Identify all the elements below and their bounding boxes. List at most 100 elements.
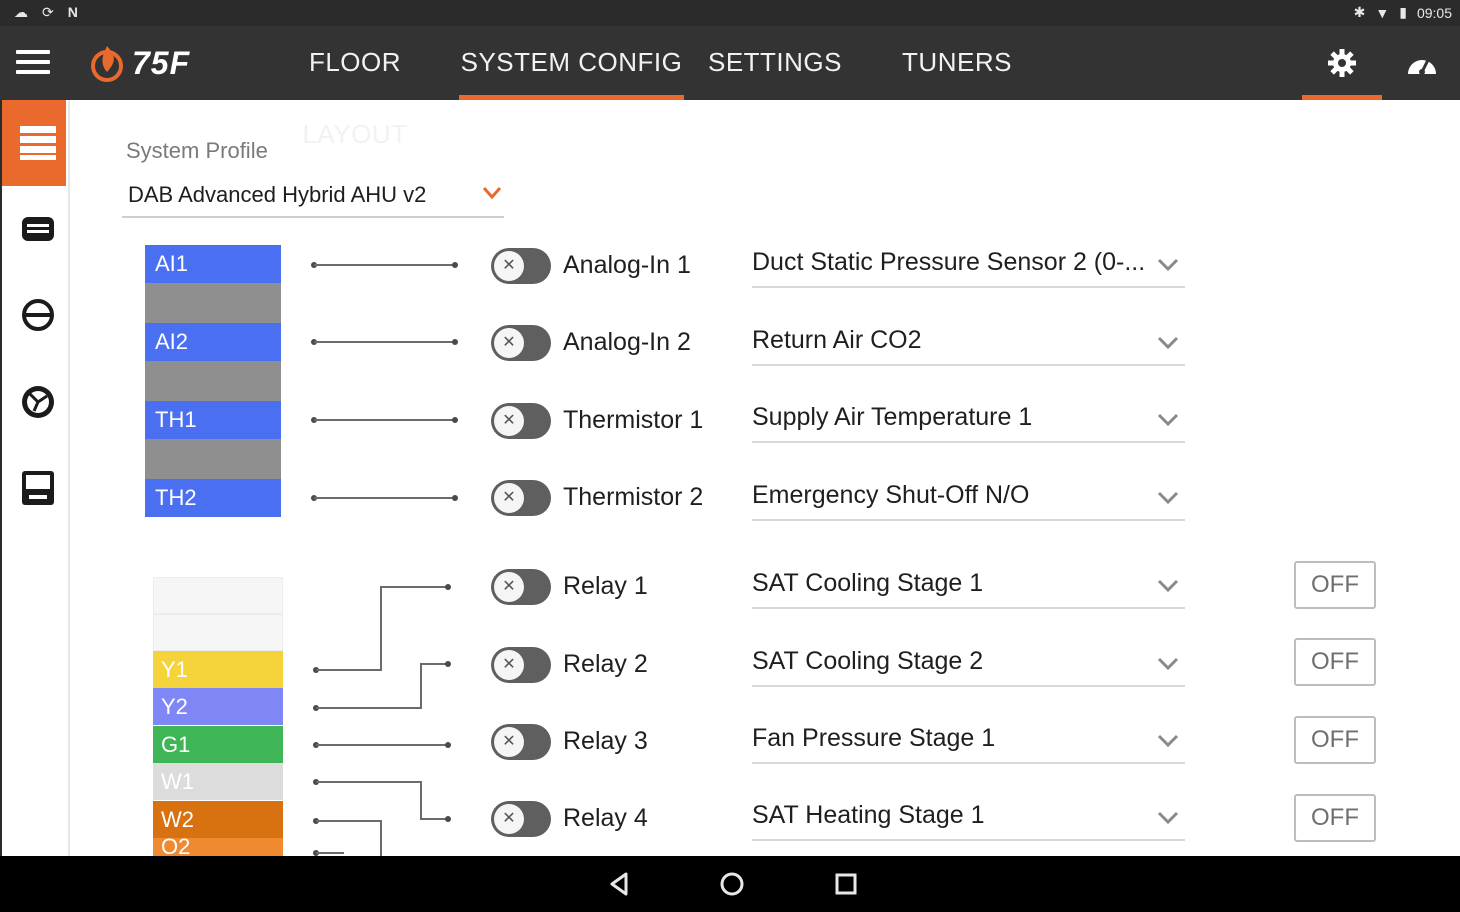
clock: 09:05 (1416, 4, 1452, 21)
connector-line (380, 587, 382, 671)
battery-icon: ▮ (1399, 4, 1407, 20)
row-label-relay-3: Relay 3 (563, 727, 648, 755)
tab-floor-layout[interactable]: FLOOR LAYOUT (260, 26, 450, 149)
close-icon: ✕ (494, 251, 524, 281)
toggle-analog-in-1[interactable]: ✕ (491, 248, 551, 284)
system-profile-dropdown[interactable]: DAB Advanced Hybrid AHU v2 (122, 178, 504, 218)
row-label-analog-in-1: Analog-In 1 (563, 251, 691, 279)
connector-line (316, 781, 422, 783)
port-spacer (145, 439, 281, 479)
bluetooth-icon: ✱ (1353, 4, 1366, 20)
close-icon: ✕ (494, 483, 524, 513)
connector-dot (445, 742, 451, 748)
connector-dot (452, 495, 458, 501)
tab-settings[interactable]: SETTINGS (704, 26, 846, 100)
connector-line (420, 663, 448, 665)
row-label-relay-4: Relay 4 (563, 804, 648, 832)
settings-gear-button[interactable] (1302, 26, 1382, 100)
select-value: Supply Air Temperature 1 (752, 403, 1033, 431)
relay-port-g1: G1 (153, 726, 283, 763)
chevron-down-icon (1157, 579, 1179, 593)
sidebar-item-device[interactable] (2, 186, 66, 272)
select-relay-3[interactable]: Fan Pressure Stage 1 (752, 722, 1185, 764)
row-label-relay-2: Relay 2 (563, 650, 648, 678)
relay-4-test-button[interactable]: OFF (1294, 794, 1376, 842)
sidebar-item-oao[interactable] (2, 272, 66, 358)
select-value: SAT Cooling Stage 1 (752, 569, 984, 597)
system-list-icon (20, 126, 56, 160)
back-icon[interactable] (602, 868, 638, 900)
relay-2-test-button[interactable]: OFF (1294, 638, 1376, 686)
close-icon: ✕ (494, 650, 524, 680)
connector-dot (452, 339, 458, 345)
close-icon: ✕ (494, 804, 524, 834)
toggle-thermistor-2[interactable]: ✕ (491, 480, 551, 516)
toggle-analog-in-2[interactable]: ✕ (491, 325, 551, 361)
tab-system-config[interactable]: SYSTEM CONFIG (459, 26, 684, 100)
connector-line (314, 419, 456, 421)
connector-dot (452, 262, 458, 268)
relay-1-test-button[interactable]: OFF (1294, 561, 1376, 609)
connector-line (314, 264, 456, 266)
brand-logo: 75F (88, 42, 190, 84)
select-relay-2[interactable]: SAT Cooling Stage 2 (752, 645, 1185, 687)
home-icon[interactable] (714, 868, 750, 900)
connector-line (316, 852, 344, 854)
row-label-thermistor-1: Thermistor 1 (563, 406, 704, 434)
select-value: SAT Heating Stage 1 (752, 801, 985, 829)
select-value: Return Air CO2 (752, 326, 922, 354)
menu-icon[interactable] (16, 50, 50, 76)
relay-port-w2: W2 (153, 801, 283, 838)
chevron-down-icon (1157, 657, 1179, 671)
connector-dot (452, 417, 458, 423)
sidebar-item-system[interactable] (2, 100, 66, 186)
select-value: Duct Static Pressure Sensor 2 (0-... (752, 248, 1146, 276)
system-profile-value: DAB Advanced Hybrid AHU v2 (128, 182, 427, 207)
toggle-relay-3[interactable]: ✕ (491, 724, 551, 760)
relay-port-empty (153, 577, 283, 614)
port-ai2: AI2 (145, 323, 281, 361)
status-bar: ☁ ⟳ N ✱ ▼ ▮ 09:05 (0, 0, 1460, 26)
sidebar-item-btu[interactable] (2, 444, 66, 530)
oao-icon (22, 299, 54, 331)
close-icon: ✕ (494, 406, 524, 436)
sidebar-item-fan[interactable] (2, 358, 66, 444)
port-th2: TH2 (145, 479, 281, 517)
close-icon: ✕ (494, 727, 524, 757)
nfc-icon: N (67, 4, 78, 20)
connector-line (316, 707, 422, 709)
side-rail (0, 100, 70, 856)
toggle-relay-1[interactable]: ✕ (491, 569, 551, 605)
brand-name: 75F (132, 44, 191, 81)
select-thermistor-2[interactable]: Emergency Shut-Off N/O (752, 479, 1185, 521)
toggle-relay-4[interactable]: ✕ (491, 801, 551, 837)
select-relay-4[interactable]: SAT Heating Stage 1 (752, 799, 1185, 841)
select-value: SAT Cooling Stage 2 (752, 647, 984, 675)
select-analog-in-1[interactable]: Duct Static Pressure Sensor 2 (0-... (752, 246, 1185, 288)
port-ai1: AI1 (145, 245, 281, 283)
cloud-icon: ☁ (14, 4, 28, 20)
system-profile-label: System Profile (126, 138, 268, 163)
relay-3-test-button[interactable]: OFF (1294, 716, 1376, 764)
dashboard-button[interactable] (1382, 26, 1460, 100)
chevron-down-icon (1157, 491, 1179, 505)
select-relay-1[interactable]: SAT Cooling Stage 1 (752, 567, 1185, 609)
connector-line (316, 820, 382, 822)
connector-dot (445, 816, 451, 822)
select-thermistor-1[interactable]: Supply Air Temperature 1 (752, 401, 1185, 443)
toggle-relay-2[interactable]: ✕ (491, 647, 551, 683)
recents-icon[interactable] (828, 868, 864, 900)
row-label-relay-1: Relay 1 (563, 572, 648, 600)
speedometer-icon (1408, 59, 1436, 75)
select-analog-in-2[interactable]: Return Air CO2 (752, 324, 1185, 366)
fan-icon (22, 386, 54, 418)
select-value: Emergency Shut-Off N/O (752, 481, 1030, 509)
chevron-down-icon (1157, 811, 1179, 825)
connector-line (316, 669, 382, 671)
toggle-thermistor-1[interactable]: ✕ (491, 403, 551, 439)
relay-port-w1: W1 (153, 763, 283, 800)
connector-line (380, 820, 382, 856)
tab-tuners[interactable]: TUNERS (894, 26, 1020, 100)
connector-line (380, 586, 448, 588)
port-spacer (145, 361, 281, 401)
